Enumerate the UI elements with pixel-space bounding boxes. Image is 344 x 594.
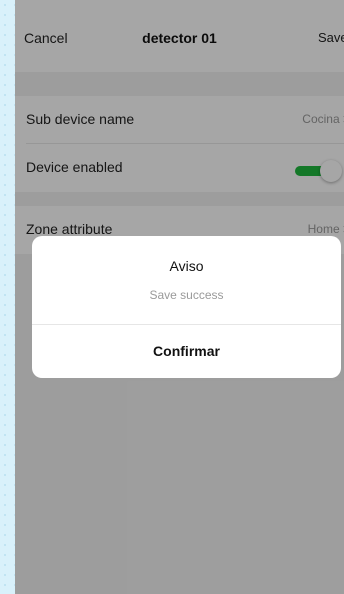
dialog-title: Aviso: [169, 258, 204, 274]
confirm-button[interactable]: Confirmar: [32, 325, 341, 378]
alert-dialog: Aviso Save success Confirmar: [32, 236, 341, 378]
dialog-message: Save success: [149, 288, 224, 302]
app-screen: Cancel detector 01 Save Sub device name …: [15, 0, 344, 594]
